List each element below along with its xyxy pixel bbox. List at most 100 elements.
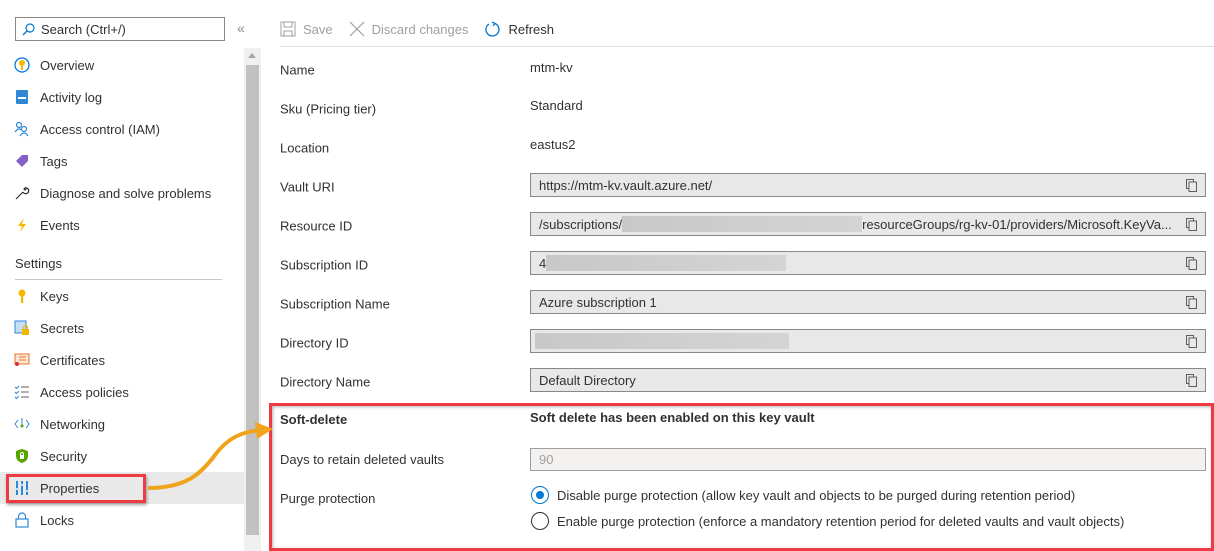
property-row-sku: Sku (Pricing tier) Standard: [280, 89, 1214, 128]
sidebar-item-label: Networking: [40, 416, 106, 432]
scroll-up-arrow-icon[interactable]: [248, 53, 256, 58]
sidebar-item-diagnose[interactable]: Diagnose and solve problems: [0, 177, 244, 209]
property-row-subscription-name: Subscription Name Azure subscription 1: [280, 284, 1214, 323]
subscription-name-field[interactable]: Azure subscription 1: [530, 290, 1206, 314]
enable-purge-protection-option[interactable]: Enable purge protection (enforce a manda…: [531, 512, 1124, 530]
secret-icon: [14, 320, 30, 336]
overview-key-icon: [14, 57, 30, 73]
copy-icon[interactable]: [1186, 218, 1197, 231]
save-label: Save: [303, 21, 333, 37]
discard-changes-button[interactable]: Discard changes: [349, 21, 468, 37]
sidebar-item-certificates[interactable]: Certificates: [0, 344, 244, 376]
days-retain-label: Days to retain deleted vaults: [280, 452, 445, 467]
sidebar-item-overview[interactable]: Overview: [0, 49, 244, 81]
search-input[interactable]: [41, 21, 221, 37]
sidebar-item-locks[interactable]: Locks: [0, 504, 244, 536]
nav-menu: Overview Activity log Access control (IA…: [0, 49, 244, 536]
sidebar-item-label: Events: [40, 217, 80, 233]
subscription-id-prefix: 4: [539, 255, 547, 271]
sidebar: Overview Activity log Access control (IA…: [0, 0, 244, 551]
resource-id-suffix: resourceGroups/rg-kv-01/providers/Micros…: [862, 216, 1172, 232]
property-label: Directory Name: [280, 374, 371, 389]
collapse-sidebar-button[interactable]: «: [237, 20, 245, 36]
property-label: Directory ID: [280, 335, 349, 350]
directory-name-field[interactable]: Default Directory: [530, 368, 1206, 392]
sidebar-item-networking[interactable]: Networking: [0, 408, 244, 440]
property-row-name: Name mtm-kv: [280, 50, 1214, 89]
subscription-name-value: Azure subscription 1: [539, 294, 657, 310]
copy-icon[interactable]: [1186, 296, 1197, 309]
soft-delete-title: Soft-delete: [280, 412, 348, 427]
sidebar-item-access-policies[interactable]: Access policies: [0, 376, 244, 408]
sidebar-item-label: Overview: [40, 57, 95, 73]
sidebar-item-label: Tags: [40, 153, 68, 169]
search-box[interactable]: [15, 17, 225, 41]
redacted-block: [622, 216, 863, 232]
radio-label: Disable purge protection (allow key vaul…: [557, 487, 1076, 503]
property-label: Subscription ID: [280, 257, 369, 272]
soft-delete-message: Soft delete has been enabled on this key…: [530, 410, 815, 425]
activity-log-icon: [14, 89, 30, 105]
property-row-vault-uri: Vault URI https://mtm-kv.vault.azure.net…: [280, 167, 1214, 206]
sidebar-item-label: Keys: [40, 288, 69, 304]
close-icon: [349, 21, 365, 37]
disable-purge-protection-option[interactable]: Disable purge protection (allow key vaul…: [531, 486, 1075, 504]
property-row-directory-name: Directory Name Default Directory: [280, 362, 1214, 401]
directory-name-value: Default Directory: [539, 372, 636, 388]
save-button[interactable]: Save: [280, 21, 333, 37]
sidebar-item-label: Access policies: [40, 384, 129, 400]
sidebar-item-secrets[interactable]: Secrets: [0, 312, 244, 344]
sidebar-item-properties[interactable]: Properties: [0, 472, 244, 504]
refresh-icon: [485, 20, 501, 37]
redacted-block: [546, 255, 787, 271]
people-icon: [14, 121, 30, 137]
copy-icon[interactable]: [1186, 374, 1197, 387]
scrollbar-thumb[interactable]: [246, 65, 259, 535]
vault-uri-field[interactable]: https://mtm-kv.vault.azure.net/: [530, 173, 1206, 197]
toolbar-divider: [280, 46, 1214, 47]
copy-icon[interactable]: [1186, 257, 1197, 270]
days-retain-input[interactable]: [530, 448, 1206, 471]
sidebar-item-activity-log[interactable]: Activity log: [0, 81, 244, 113]
sidebar-item-keys[interactable]: Keys: [0, 280, 244, 312]
sidebar-item-label: Security: [40, 448, 87, 464]
sidebar-item-security[interactable]: Security: [0, 440, 244, 472]
radio-button-checked[interactable]: [531, 486, 549, 504]
sidebar-scrollbar[interactable]: [244, 48, 261, 551]
copy-icon[interactable]: [1186, 179, 1197, 192]
checklist-icon: [14, 384, 30, 400]
radio-button-unchecked[interactable]: [531, 512, 549, 530]
property-label: Location: [280, 140, 330, 155]
resource-id-field[interactable]: /subscriptions/ resourceGroups/rg-kv-01/…: [530, 212, 1206, 236]
property-row-resource-id: Resource ID /subscriptions/ resourceGrou…: [280, 206, 1214, 245]
sidebar-item-label: Diagnose and solve problems: [40, 185, 212, 201]
name-value: mtm-kv: [530, 60, 573, 75]
subscription-id-field[interactable]: 4: [530, 251, 1206, 275]
copy-icon[interactable]: [1186, 335, 1197, 348]
sku-value: Standard: [530, 98, 583, 113]
radio-label: Enable purge protection (enforce a manda…: [557, 513, 1125, 529]
purge-protection-label: Purge protection: [280, 491, 376, 506]
directory-id-field[interactable]: [530, 329, 1206, 353]
sidebar-item-label: Properties: [40, 480, 100, 496]
property-label: Name: [280, 62, 315, 77]
property-row-location: Location eastus2: [280, 128, 1214, 167]
properties-icon: [14, 480, 30, 496]
sidebar-item-label: Certificates: [40, 352, 106, 368]
sidebar-item-tags[interactable]: Tags: [0, 145, 244, 177]
refresh-button[interactable]: Refresh: [484, 20, 554, 38]
wrench-icon: [14, 185, 30, 201]
redacted-block: [535, 333, 789, 349]
location-value: eastus2: [530, 137, 576, 152]
property-label: Subscription Name: [280, 296, 390, 311]
key-icon: [14, 288, 30, 304]
sidebar-item-access-control[interactable]: Access control (IAM): [0, 113, 244, 145]
resource-id-prefix: /subscriptions/: [539, 216, 623, 232]
property-label: Resource ID: [280, 218, 353, 233]
search-icon: [22, 22, 35, 35]
settings-section-header: Settings: [15, 256, 62, 271]
lightning-icon: [14, 217, 30, 233]
sidebar-item-label: Access control (IAM): [40, 121, 160, 137]
sidebar-item-events[interactable]: Events: [0, 209, 244, 241]
sidebar-item-label: Activity log: [40, 89, 103, 105]
